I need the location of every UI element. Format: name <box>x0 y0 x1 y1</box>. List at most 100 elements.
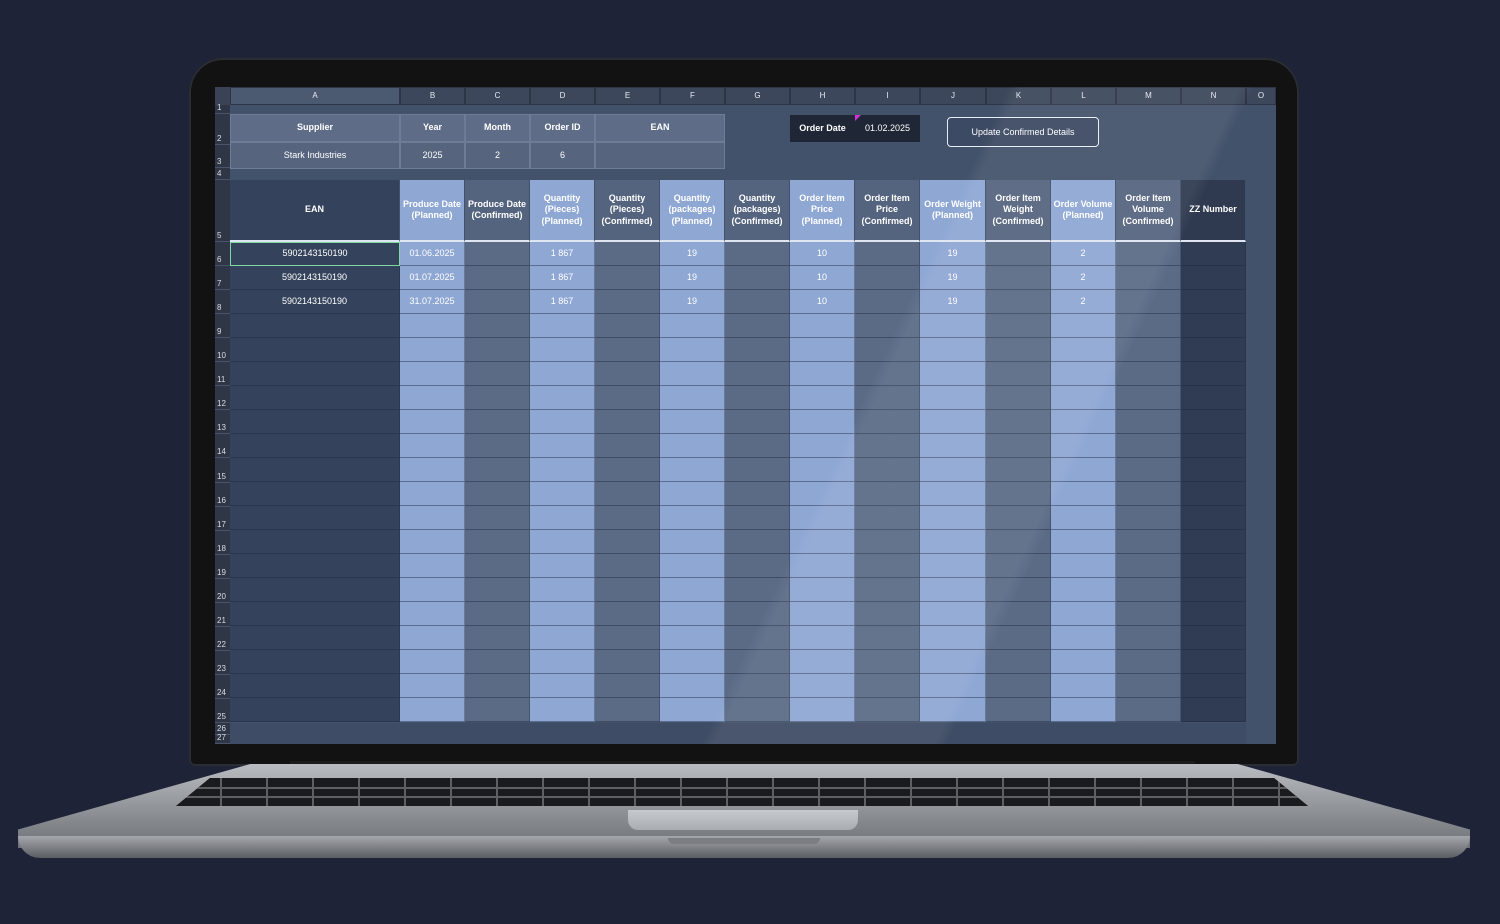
table-cell[interactable] <box>230 602 400 626</box>
table-cell[interactable] <box>725 266 790 290</box>
row-number-1[interactable]: 1 <box>215 103 230 114</box>
table-cell[interactable] <box>1116 290 1181 314</box>
table-cell[interactable] <box>1051 458 1116 482</box>
row-number-25[interactable]: 25 <box>215 699 230 723</box>
table-cell[interactable] <box>986 314 1051 338</box>
column-header-i[interactable]: I <box>855 87 920 105</box>
table-cell[interactable] <box>230 362 400 386</box>
table-cell[interactable] <box>530 458 595 482</box>
column-header-o[interactable]: O <box>1246 87 1276 105</box>
row-number-24[interactable]: 24 <box>215 675 230 699</box>
row-number-18[interactable]: 18 <box>215 531 230 555</box>
row-number-7[interactable]: 7 <box>215 266 230 290</box>
table-cell[interactable] <box>465 362 530 386</box>
table-cell[interactable] <box>986 410 1051 434</box>
table-cell[interactable] <box>530 434 595 458</box>
column-header-d[interactable]: D <box>530 87 595 105</box>
table-cell[interactable] <box>230 506 400 530</box>
table-cell[interactable] <box>400 434 465 458</box>
table-cell[interactable] <box>725 410 790 434</box>
table-cell[interactable] <box>660 458 725 482</box>
column-header-g[interactable]: G <box>725 87 790 105</box>
table-cell[interactable] <box>1116 578 1181 602</box>
table-cell[interactable] <box>986 338 1051 362</box>
table-cell[interactable] <box>230 386 400 410</box>
table-cell[interactable] <box>986 602 1051 626</box>
table-cell[interactable] <box>230 554 400 578</box>
column-header-b[interactable]: B <box>400 87 465 105</box>
table-cell[interactable] <box>1116 674 1181 698</box>
table-cell[interactable] <box>400 554 465 578</box>
table-cell[interactable] <box>920 578 986 602</box>
table-cell[interactable] <box>855 482 920 506</box>
table-cell[interactable] <box>1116 554 1181 578</box>
table-cell[interactable] <box>986 554 1051 578</box>
table-cell[interactable] <box>230 458 400 482</box>
table-cell[interactable] <box>595 410 660 434</box>
row-number-3[interactable]: 3 <box>215 145 230 168</box>
table-cell[interactable] <box>855 554 920 578</box>
table-cell[interactable] <box>920 482 986 506</box>
table-cell[interactable] <box>725 482 790 506</box>
info-value-ean[interactable] <box>595 142 725 169</box>
table-cell[interactable] <box>790 482 855 506</box>
table-cell[interactable] <box>660 626 725 650</box>
row-number-6[interactable]: 6 <box>215 242 230 266</box>
table-cell[interactable] <box>1181 482 1246 506</box>
table-cell[interactable] <box>1051 338 1116 362</box>
table-cell[interactable] <box>230 410 400 434</box>
table-cell[interactable] <box>855 410 920 434</box>
table-cell[interactable] <box>920 386 986 410</box>
table-cell[interactable] <box>465 242 530 266</box>
table-cell[interactable] <box>1116 410 1181 434</box>
table-cell[interactable] <box>230 698 400 722</box>
table-cell[interactable] <box>465 386 530 410</box>
selected-cell[interactable]: 5902143150190 <box>230 242 400 266</box>
table-cell[interactable]: 2 <box>1051 266 1116 290</box>
table-cell[interactable] <box>1116 530 1181 554</box>
update-confirmed-details-button[interactable]: Update Confirmed Details <box>947 117 1099 147</box>
row-number-13[interactable]: 13 <box>215 410 230 434</box>
table-cell[interactable] <box>1116 602 1181 626</box>
column-header-e[interactable]: E <box>595 87 660 105</box>
table-cell[interactable] <box>1051 314 1116 338</box>
table-cell[interactable] <box>920 530 986 554</box>
table-cell[interactable] <box>595 482 660 506</box>
table-cell[interactable] <box>1181 362 1246 386</box>
table-cell[interactable] <box>855 650 920 674</box>
table-cell[interactable] <box>790 674 855 698</box>
table-cell[interactable] <box>595 578 660 602</box>
table-cell[interactable] <box>400 362 465 386</box>
table-cell[interactable] <box>790 602 855 626</box>
table-cell[interactable] <box>790 386 855 410</box>
table-cell[interactable] <box>1181 410 1246 434</box>
table-cell[interactable] <box>230 434 400 458</box>
table-cell[interactable] <box>465 626 530 650</box>
table-cell[interactable] <box>530 410 595 434</box>
table-cell[interactable]: 10 <box>790 242 855 266</box>
table-cell[interactable] <box>530 650 595 674</box>
table-cell[interactable] <box>530 386 595 410</box>
table-cell[interactable] <box>400 530 465 554</box>
table-cell[interactable] <box>920 602 986 626</box>
table-cell[interactable] <box>1051 698 1116 722</box>
row-number-8[interactable]: 8 <box>215 290 230 314</box>
table-cell[interactable] <box>986 290 1051 314</box>
row-number-10[interactable]: 10 <box>215 338 230 362</box>
table-cell[interactable] <box>1116 434 1181 458</box>
table-cell[interactable] <box>1051 506 1116 530</box>
table-cell[interactable] <box>400 698 465 722</box>
table-cell[interactable]: 01.07.2025 <box>400 266 465 290</box>
table-cell[interactable] <box>1116 242 1181 266</box>
row-number-11[interactable]: 11 <box>215 362 230 386</box>
table-cell[interactable] <box>595 386 660 410</box>
table-cell[interactable] <box>465 650 530 674</box>
table-cell[interactable] <box>465 458 530 482</box>
table-cell[interactable] <box>1051 626 1116 650</box>
table-cell[interactable] <box>790 410 855 434</box>
table-cell[interactable] <box>855 266 920 290</box>
table-cell[interactable]: 2 <box>1051 290 1116 314</box>
table-cell[interactable] <box>725 434 790 458</box>
table-cell[interactable] <box>986 674 1051 698</box>
table-cell[interactable] <box>725 386 790 410</box>
